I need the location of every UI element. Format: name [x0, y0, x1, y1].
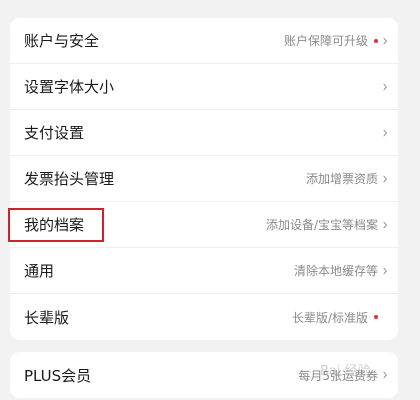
notification-dot-icon	[374, 315, 378, 319]
setting-payment[interactable]: 支付设置 ›	[10, 110, 398, 156]
setting-label: 设置字体大小	[24, 78, 115, 96]
watermark: Bai 经验	[320, 364, 371, 379]
chevron-right-icon: ›	[382, 122, 388, 143]
setting-account-security[interactable]: 账户与安全 账户保障可升级 ›	[10, 18, 398, 64]
setting-label: PLUS会员	[24, 366, 92, 385]
setting-invoice-title[interactable]: 发票抬头管理 添加增票资质 ›	[10, 156, 398, 202]
chevron-right-icon: ›	[382, 214, 388, 235]
setting-hint: 添加设备/宝宝等档案	[265, 218, 378, 232]
setting-label: 长辈版	[24, 308, 70, 327]
highlight-annotation-box	[8, 208, 104, 242]
setting-label: 支付设置	[24, 124, 85, 142]
chevron-right-icon: ›	[382, 365, 388, 385]
setting-font-size[interactable]: 设置字体大小 ›	[10, 64, 398, 110]
setting-label: 通用	[24, 262, 55, 280]
notification-dot-icon	[374, 38, 378, 43]
setting-label: 账户与安全	[24, 32, 100, 50]
chevron-right-icon: ›	[382, 260, 388, 281]
setting-hint: 添加增票资质	[305, 172, 378, 186]
setting-general[interactable]: 通用 清除本地缓存等 ›	[10, 248, 398, 294]
chevron-right-icon: ›	[382, 76, 388, 97]
chevron-right-icon: ›	[382, 30, 388, 51]
chevron-right-icon: ›	[382, 168, 388, 189]
settings-list: 账户与安全 账户保障可升级 › 设置字体大小 › 支付设置 › 发票抬头管理 添…	[10, 18, 398, 340]
setting-hint: 账户保障可升级	[284, 32, 378, 49]
setting-hint: 长辈版/标准版	[292, 309, 378, 326]
setting-hint: 清除本地缓存等	[293, 264, 378, 278]
setting-label: 发票抬头管理	[24, 170, 115, 188]
setting-elder-mode[interactable]: 长辈版 长辈版/标准版	[10, 294, 398, 340]
